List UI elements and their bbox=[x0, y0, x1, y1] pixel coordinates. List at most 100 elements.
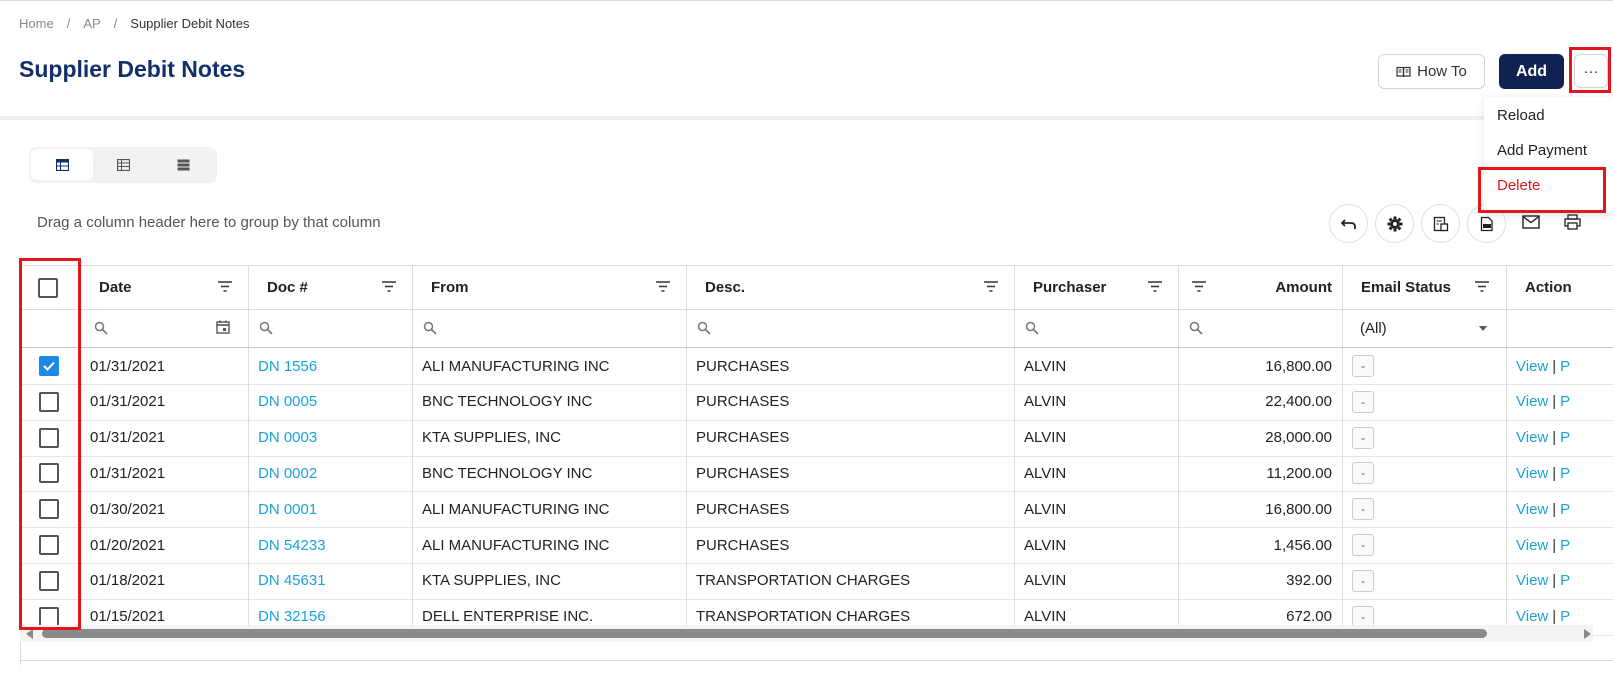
filter-icon[interactable] bbox=[1475, 281, 1489, 292]
cell-date: 01/30/2021 bbox=[81, 491, 249, 528]
filter-icon[interactable] bbox=[656, 281, 670, 292]
add-button[interactable]: Add bbox=[1499, 54, 1564, 89]
breadcrumb-ap[interactable]: AP bbox=[83, 16, 100, 31]
column-header-doc[interactable]: Doc # bbox=[249, 266, 413, 309]
desc-filter-input[interactable] bbox=[687, 310, 1015, 347]
secondary-action-link[interactable]: P bbox=[1560, 608, 1570, 625]
cell-amount: 1,456.00 bbox=[1179, 527, 1343, 563]
date-filter-input[interactable] bbox=[81, 310, 249, 347]
cell-doc[interactable]: DN 45631 bbox=[249, 562, 413, 599]
horizontal-scrollbar[interactable] bbox=[20, 625, 1593, 642]
view-link[interactable]: View bbox=[1516, 501, 1548, 518]
search-icon bbox=[697, 321, 711, 335]
column-header-desc[interactable]: Desc. bbox=[687, 266, 1015, 309]
filter-icon[interactable] bbox=[1192, 281, 1206, 292]
filter-icon[interactable] bbox=[382, 281, 396, 292]
purchaser-filter-input[interactable] bbox=[1015, 310, 1179, 347]
list-view-button[interactable] bbox=[152, 149, 214, 180]
breadcrumb-current: Supplier Debit Notes bbox=[130, 16, 250, 31]
view-link[interactable]: View bbox=[1516, 429, 1548, 446]
column-header-email-status[interactable]: Email Status bbox=[1343, 266, 1507, 309]
top-border bbox=[0, 0, 1613, 1]
cell-doc[interactable]: DN 0001 bbox=[249, 491, 413, 528]
cell-purchaser: ALVIN bbox=[1015, 383, 1179, 420]
view-link[interactable]: View bbox=[1516, 393, 1548, 410]
email-status-button[interactable]: - bbox=[1352, 498, 1374, 521]
secondary-action-link[interactable]: P bbox=[1560, 465, 1570, 482]
email-status-cell: - bbox=[1343, 348, 1507, 384]
cell-doc[interactable]: DN 0003 bbox=[249, 419, 413, 456]
breadcrumb-separator: / bbox=[66, 16, 71, 31]
scroll-left-arrow[interactable] bbox=[26, 629, 33, 639]
grid-filter-row: (All) bbox=[21, 310, 1613, 348]
secondary-action-link[interactable]: P bbox=[1560, 501, 1570, 518]
email-status-button[interactable]: - bbox=[1352, 355, 1374, 377]
secondary-action-link[interactable]: P bbox=[1560, 537, 1570, 554]
header-divider bbox=[0, 116, 1613, 120]
column-header-purchaser[interactable]: Purchaser bbox=[1015, 266, 1179, 309]
grid-bottom-border bbox=[20, 660, 1613, 661]
cell-doc[interactable]: DN 0002 bbox=[249, 455, 413, 492]
row-actions-cell: View | P bbox=[1507, 527, 1613, 563]
table-row: 01/30/2021 DN 0001 ALI MANUFACTURING INC PU… bbox=[21, 491, 1613, 529]
column-header-action: Action bbox=[1507, 266, 1613, 309]
breadcrumb-home[interactable]: Home bbox=[19, 16, 54, 31]
cell-doc[interactable]: DN 54233 bbox=[249, 527, 413, 563]
email-button[interactable] bbox=[1519, 210, 1543, 234]
menu-item-add-payment[interactable]: Add Payment bbox=[1497, 142, 1587, 159]
export-button[interactable] bbox=[1421, 204, 1460, 243]
search-icon bbox=[1025, 321, 1039, 335]
email-status-button[interactable]: - bbox=[1352, 390, 1374, 413]
settings-button[interactable] bbox=[1375, 204, 1414, 243]
scroll-thumb[interactable] bbox=[42, 629, 1487, 638]
from-filter-input[interactable] bbox=[413, 310, 687, 347]
view-link[interactable]: View bbox=[1516, 537, 1548, 554]
cell-date: 01/31/2021 bbox=[81, 348, 249, 384]
pdf-icon bbox=[1480, 216, 1493, 231]
grid-view-button[interactable] bbox=[31, 149, 93, 180]
filter-icon[interactable] bbox=[1148, 281, 1162, 292]
secondary-action-link[interactable]: P bbox=[1560, 429, 1570, 446]
email-status-cell: - bbox=[1343, 527, 1507, 563]
column-header-label: Doc # bbox=[267, 279, 308, 296]
undo-button[interactable] bbox=[1329, 204, 1368, 243]
column-header-amount[interactable]: Amount bbox=[1179, 266, 1343, 309]
row-actions-cell: View | P bbox=[1507, 420, 1613, 456]
table-view-button[interactable] bbox=[92, 149, 154, 180]
email-status-button[interactable]: - bbox=[1352, 569, 1374, 592]
doc-filter-input[interactable] bbox=[249, 310, 413, 347]
menu-item-reload[interactable]: Reload bbox=[1497, 107, 1545, 124]
cell-doc[interactable]: DN 1556 bbox=[249, 348, 413, 384]
cell-amount: 28,000.00 bbox=[1179, 419, 1343, 456]
calendar-icon[interactable] bbox=[216, 320, 230, 334]
view-link[interactable]: View bbox=[1516, 608, 1548, 625]
view-link[interactable]: View bbox=[1516, 358, 1548, 375]
table-row: 01/18/2021 DN 45631 KTA SUPPLIES, INC TRANS… bbox=[21, 562, 1613, 600]
undo-icon bbox=[1340, 218, 1356, 229]
how-to-button[interactable]: How To bbox=[1378, 54, 1485, 89]
email-status-button[interactable]: - bbox=[1352, 534, 1374, 556]
group-by-hint: Drag a column header here to group by th… bbox=[37, 214, 381, 231]
column-header-from[interactable]: From bbox=[413, 266, 687, 309]
amount-filter-input[interactable] bbox=[1179, 310, 1343, 347]
print-button[interactable] bbox=[1560, 210, 1584, 234]
action-separator: | bbox=[1552, 536, 1557, 554]
breadcrumb-separator: / bbox=[113, 16, 118, 31]
secondary-action-link[interactable]: P bbox=[1560, 358, 1570, 375]
column-header-date[interactable]: Date bbox=[81, 266, 249, 309]
filter-icon[interactable] bbox=[984, 281, 998, 292]
action-separator: | bbox=[1552, 500, 1557, 518]
view-link[interactable]: View bbox=[1516, 572, 1548, 589]
secondary-action-link[interactable]: P bbox=[1560, 572, 1570, 589]
email-status-filter-select[interactable]: (All) bbox=[1343, 310, 1507, 347]
view-link[interactable]: View bbox=[1516, 465, 1548, 482]
secondary-action-link[interactable]: P bbox=[1560, 393, 1570, 410]
row-actions-cell: View | P bbox=[1507, 455, 1613, 491]
email-status-button[interactable]: - bbox=[1352, 462, 1374, 485]
email-status-button[interactable]: - bbox=[1352, 426, 1374, 449]
email-status-cell: - bbox=[1343, 383, 1507, 420]
filter-icon[interactable] bbox=[218, 281, 232, 292]
cell-doc[interactable]: DN 0005 bbox=[249, 383, 413, 420]
table-view-icon bbox=[116, 158, 130, 171]
scroll-right-arrow[interactable] bbox=[1584, 629, 1591, 639]
